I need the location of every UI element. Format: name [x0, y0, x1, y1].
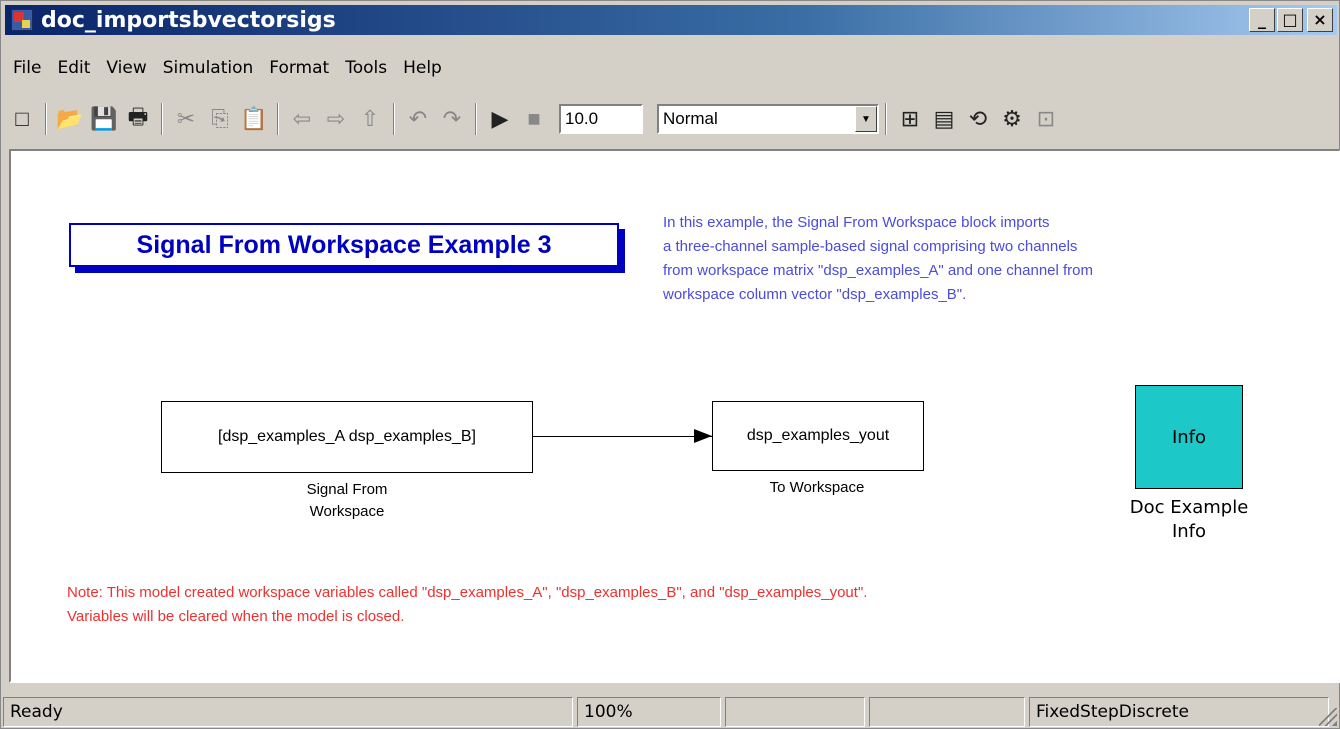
- update-diagram-icon[interactable]: ⟲: [963, 104, 993, 134]
- description-line: In this example, the Signal From Workspa…: [663, 214, 1050, 231]
- source-label-line: Signal From: [306, 481, 388, 498]
- model-title-annotation[interactable]: Signal From Workspace Example 3: [69, 223, 619, 267]
- signal-line[interactable]: [532, 436, 712, 437]
- model-title: Signal From Workspace Example 3: [136, 230, 552, 259]
- model-browser-icon[interactable]: ⊞: [895, 104, 925, 134]
- model-canvas[interactable]: Signal From Workspace Example 3 In this …: [9, 149, 1340, 683]
- source-block-label[interactable]: Signal From Workspace: [247, 479, 447, 523]
- close-button[interactable]: ×: [1307, 8, 1333, 32]
- minimize-button[interactable]: _: [1249, 8, 1275, 32]
- save-icon[interactable]: 💾: [89, 104, 119, 134]
- cut-icon[interactable]: ✂: [171, 104, 201, 134]
- status-state: Ready: [3, 696, 573, 727]
- menu-tools[interactable]: Tools: [337, 58, 395, 78]
- window-title: doc_importsbvectorsigs: [41, 7, 336, 33]
- model-window: doc_importsbvectorsigs _ □ × File Edit V…: [0, 0, 1340, 729]
- info-label-line: Info: [1171, 521, 1207, 542]
- debug-icon[interactable]: ⊡: [1031, 104, 1061, 134]
- description-annotation[interactable]: In this example, the Signal From Workspa…: [663, 211, 1283, 307]
- note-line: Note: This model created workspace varia…: [67, 584, 868, 601]
- status-bar: Ready 100% FixedStepDiscrete: [1, 693, 1340, 729]
- note-line: Variables will be cleared when the model…: [67, 608, 405, 625]
- menu-bar: File Edit View Simulation Format Tools H…: [5, 55, 450, 81]
- resize-grip-icon[interactable]: [1319, 708, 1337, 726]
- back-arrow-icon[interactable]: ⇦: [287, 104, 317, 134]
- status-cell-3: [725, 696, 865, 727]
- stop-time-input[interactable]: 10.0: [559, 104, 643, 134]
- dropdown-arrow-icon[interactable]: ▼: [855, 106, 877, 132]
- maximize-button[interactable]: □: [1277, 8, 1303, 32]
- simulation-mode-select[interactable]: Normal ▼: [657, 104, 879, 134]
- signal-from-workspace-block[interactable]: [dsp_examples_A dsp_examples_B]: [161, 401, 533, 473]
- info-label-line: Doc Example: [1129, 497, 1249, 518]
- redo-icon[interactable]: ↷: [437, 104, 467, 134]
- toolbar-separator: [475, 103, 477, 135]
- stop-simulation-icon[interactable]: ■: [519, 104, 549, 134]
- menu-view[interactable]: View: [98, 58, 154, 78]
- print-icon[interactable]: 🖶: [123, 104, 153, 134]
- up-arrow-icon[interactable]: ⇧: [355, 104, 385, 134]
- signal-arrowhead: [694, 429, 712, 443]
- status-solver: FixedStepDiscrete: [1029, 696, 1329, 727]
- toolbar-separator: [45, 103, 47, 135]
- description-line: from workspace matrix "dsp_examples_A" a…: [663, 262, 1094, 279]
- new-model-icon[interactable]: □: [7, 104, 37, 134]
- start-simulation-icon[interactable]: ▶: [485, 104, 515, 134]
- menu-file[interactable]: File: [5, 58, 49, 78]
- sink-block-label[interactable]: To Workspace: [717, 477, 917, 499]
- status-zoom: 100%: [577, 696, 721, 727]
- info-block-label[interactable]: Doc Example Info: [1101, 496, 1277, 544]
- toolbar-separator: [885, 103, 887, 135]
- menu-help[interactable]: Help: [395, 58, 450, 78]
- open-folder-icon[interactable]: 📂: [55, 104, 85, 134]
- undo-icon[interactable]: ↶: [403, 104, 433, 134]
- forward-arrow-icon[interactable]: ⇨: [321, 104, 351, 134]
- toolbar-separator: [161, 103, 163, 135]
- copy-icon[interactable]: ⎘: [205, 104, 235, 134]
- menu-simulation[interactable]: Simulation: [155, 58, 262, 78]
- to-workspace-block[interactable]: dsp_examples_yout: [712, 401, 924, 471]
- library-browser-icon[interactable]: ▤: [929, 104, 959, 134]
- source-block-text: [dsp_examples_A dsp_examples_B]: [218, 428, 476, 445]
- sink-block-text: dsp_examples_yout: [746, 427, 890, 444]
- title-bar[interactable]: doc_importsbvectorsigs _ □ ×: [5, 5, 1337, 35]
- toolbar: □ 📂 💾 🖶 ✂ ⎘ 📋 ⇦ ⇨ ⇧ ↶ ↷ ▶ ■ 10.0 Normal …: [5, 97, 1337, 141]
- description-line: workspace column vector "dsp_examples_B"…: [663, 286, 967, 303]
- simulink-app-icon: [11, 9, 33, 31]
- toolbar-separator: [393, 103, 395, 135]
- toolbar-separator: [277, 103, 279, 135]
- doc-info-block[interactable]: Info: [1135, 385, 1243, 489]
- note-annotation[interactable]: Note: This model created workspace varia…: [67, 581, 1267, 629]
- description-line: a three-channel sample-based signal comp…: [663, 238, 1078, 255]
- simulation-mode-value: Normal: [663, 109, 718, 128]
- menu-edit[interactable]: Edit: [49, 58, 98, 78]
- menu-format[interactable]: Format: [261, 58, 337, 78]
- status-cell-4: [869, 696, 1025, 727]
- window-controls: _ □ ×: [1249, 8, 1333, 32]
- paste-icon[interactable]: 📋: [239, 104, 269, 134]
- build-icon[interactable]: ⚙: [997, 104, 1027, 134]
- source-label-line: Workspace: [309, 503, 385, 520]
